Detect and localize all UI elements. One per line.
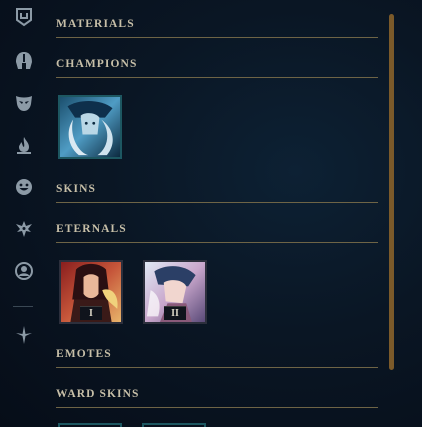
eternal-tile-series-1[interactable]: I (59, 260, 123, 324)
skin-mask-icon[interactable] (13, 92, 35, 114)
section-header-eternals[interactable]: ETERNALS (56, 223, 378, 240)
ward-icon[interactable] (13, 218, 35, 240)
section-header-emotes[interactable]: EMOTES (56, 348, 378, 365)
section-divider (56, 77, 378, 78)
section-divider (56, 367, 378, 368)
champion-helmet-icon[interactable] (13, 50, 35, 72)
profile-icon[interactable] (13, 260, 35, 282)
loot-tab-icon[interactable] (13, 6, 35, 28)
section-title: CHAMPIONS (56, 58, 138, 70)
section-title: ETERNALS (56, 223, 127, 235)
section-header-ward-skins[interactable]: WARD SKINS (56, 388, 378, 405)
emote-face-icon[interactable] (13, 176, 35, 198)
other-items-icon[interactable] (13, 324, 35, 346)
scrollbar-thumb[interactable] (389, 14, 394, 370)
section-header-champions[interactable]: CHAMPIONS (56, 58, 378, 75)
section-title: SKINS (56, 183, 97, 195)
eternal-tile-series-2[interactable]: II (143, 260, 207, 324)
section-divider (56, 37, 378, 38)
section-divider (56, 242, 378, 243)
flame-icon[interactable] (13, 134, 35, 156)
section-divider (56, 202, 378, 203)
category-sidebar (0, 0, 48, 427)
ward-skin-tile[interactable] (58, 423, 122, 427)
sidebar-divider (13, 306, 33, 307)
section-title: EMOTES (56, 348, 112, 360)
section-title: MATERIALS (56, 18, 135, 30)
eternal-tier-badge: I (80, 306, 102, 320)
section-header-materials[interactable]: MATERIALS (56, 18, 378, 35)
champion-shard-tile[interactable] (58, 95, 122, 159)
scrollbar[interactable] (389, 14, 395, 370)
section-divider (56, 407, 378, 408)
champion-portrait-art (60, 97, 120, 157)
ward-skin-tile[interactable] (142, 423, 206, 427)
section-header-skins[interactable]: SKINS (56, 183, 378, 200)
loot-content-panel: MATERIALS CHAMPIONS SKINS ETERNALS I II … (56, 0, 378, 427)
eternal-tier-badge: II (164, 306, 186, 320)
section-title: WARD SKINS (56, 388, 140, 400)
